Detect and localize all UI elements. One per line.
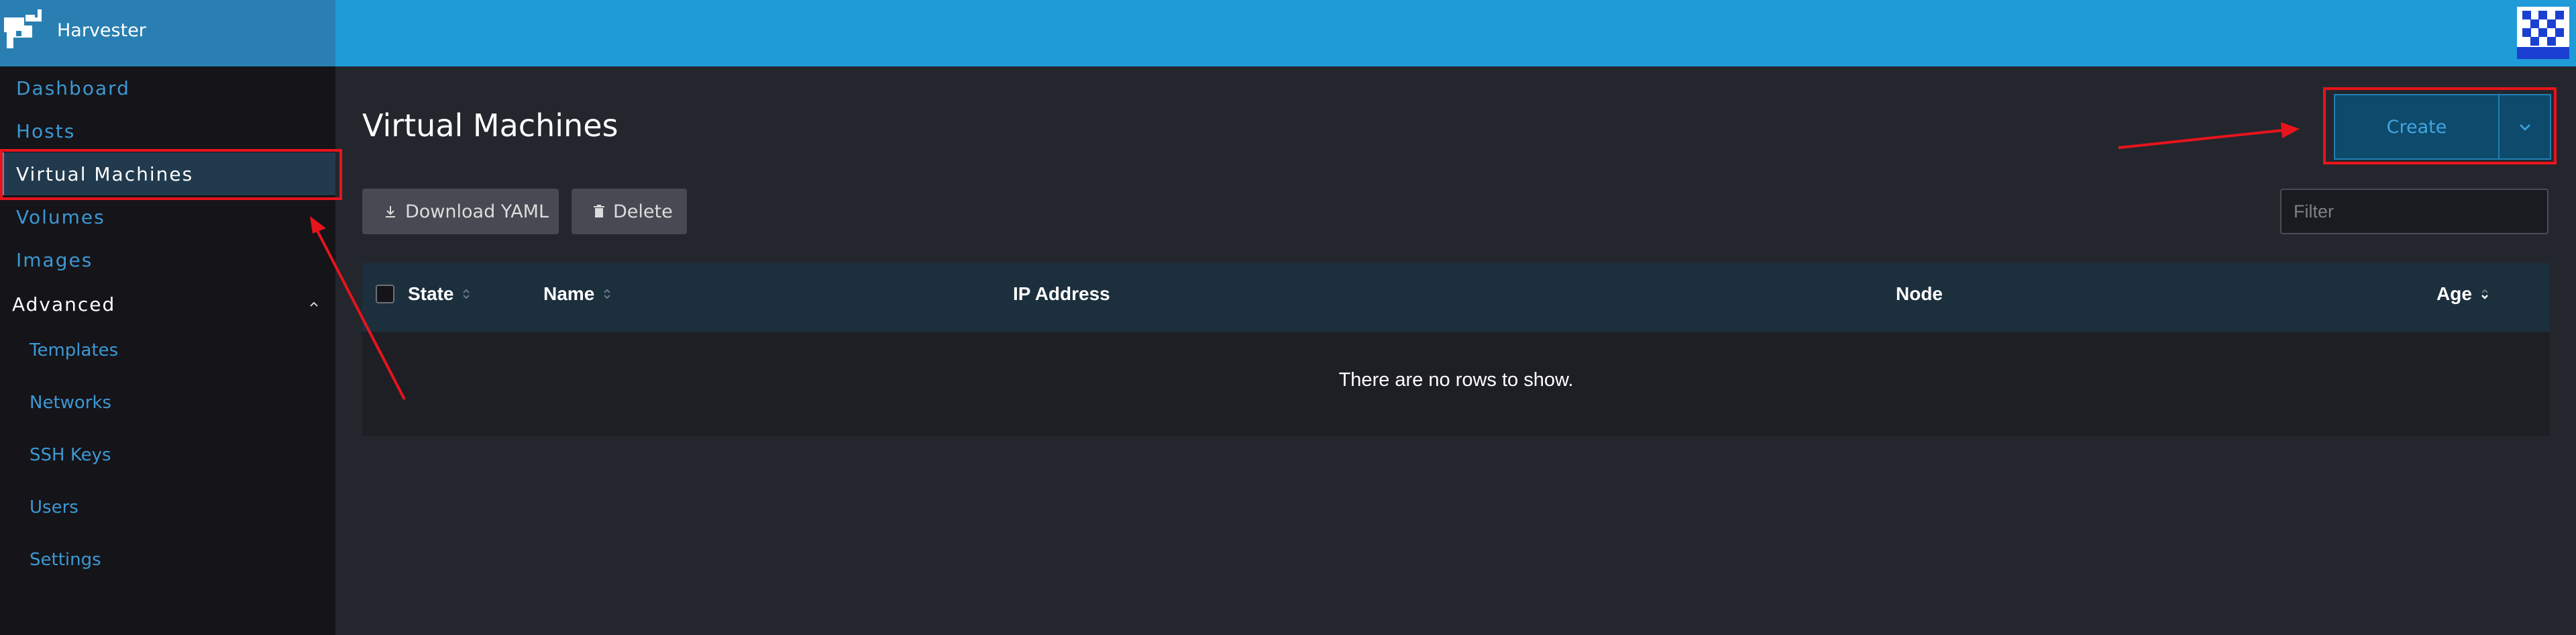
arrow-head-create [2281,122,2300,138]
arrow-to-create [2118,129,2284,149]
top-bar: Harvester [0,0,2576,66]
create-button-group: Create [2334,94,2551,160]
sidebar-item-label: Volumes [16,205,105,228]
column-label: IP Address [1013,283,1110,304]
sidebar-item-label: Virtual Machines [16,162,194,185]
create-dropdown-button[interactable] [2500,95,2550,158]
column-header-ip-address: IP Address [1013,283,1110,305]
sidebar-item-users[interactable]: Users [0,487,335,528]
sidebar-item-images[interactable]: Images [0,238,335,281]
sidebar-item-virtual-machines[interactable]: Virtual Machines [0,152,335,195]
column-label: Age [2436,283,2472,304]
trash-icon [594,205,604,217]
column-header-age[interactable]: Age [2436,283,2489,305]
sidebar-item-ssh-keys[interactable]: SSH Keys [0,435,335,475]
empty-table-message: There are no rows to show. [1338,369,1574,391]
brand[interactable]: Harvester [0,0,335,66]
sidebar-item-templates[interactable]: Templates [0,330,335,371]
sidebar-item-label: SSH Keys [30,445,111,465]
sidebar-item-label: Dashboard [16,77,130,99]
sidebar-item-dashboard[interactable]: Dashboard [0,66,335,109]
chevron-down-icon [2519,124,2530,131]
download-icon [386,206,395,217]
sidebar-item-volumes[interactable]: Volumes [0,195,335,238]
column-label: Node [1896,283,1943,304]
sidebar-item-hosts[interactable]: Hosts [0,109,335,152]
page-title: Virtual Machines [362,107,619,144]
download-yaml-button[interactable]: Download YAML [362,189,559,234]
column-header-node: Node [1896,283,1943,305]
sidebar-item-networks[interactable]: Networks [0,383,335,423]
sidebar-item-label: Settings [30,550,101,570]
sort-down-icon [2481,289,2488,299]
sort-icon [463,289,470,299]
sidebar: Dashboard Hosts Virtual Machines Volumes… [0,66,335,635]
select-all-checkbox[interactable] [376,285,394,303]
table-header: State Name IP Address Node Age [362,263,2550,332]
sidebar-item-label: Images [16,248,93,271]
sidebar-item-label: Networks [30,393,112,413]
chevron-up-icon [310,301,318,307]
column-label: State [408,283,454,304]
sidebar-item-settings[interactable]: Settings [0,540,335,580]
download-yaml-label: Download YAML [405,201,549,222]
column-header-name[interactable]: Name [543,283,612,305]
table-body: There are no rows to show. [362,332,2550,436]
sidebar-group-label: Advanced [12,293,116,315]
column-label: Name [543,283,595,304]
create-button[interactable]: Create [2335,95,2500,158]
sidebar-item-label: Users [30,497,78,518]
app-name: Harvester [57,20,146,41]
avatar[interactable] [2517,7,2569,59]
column-header-state[interactable]: State [408,283,471,305]
sort-icon [604,289,610,299]
delete-button[interactable]: Delete [572,189,687,234]
harvester-logo-icon [4,9,42,48]
sidebar-item-label: Hosts [16,119,76,142]
sidebar-group-advanced[interactable]: Advanced [0,283,335,326]
sidebar-item-label: Templates [30,340,119,360]
filter-input[interactable] [2280,189,2548,234]
delete-label: Delete [613,201,673,222]
